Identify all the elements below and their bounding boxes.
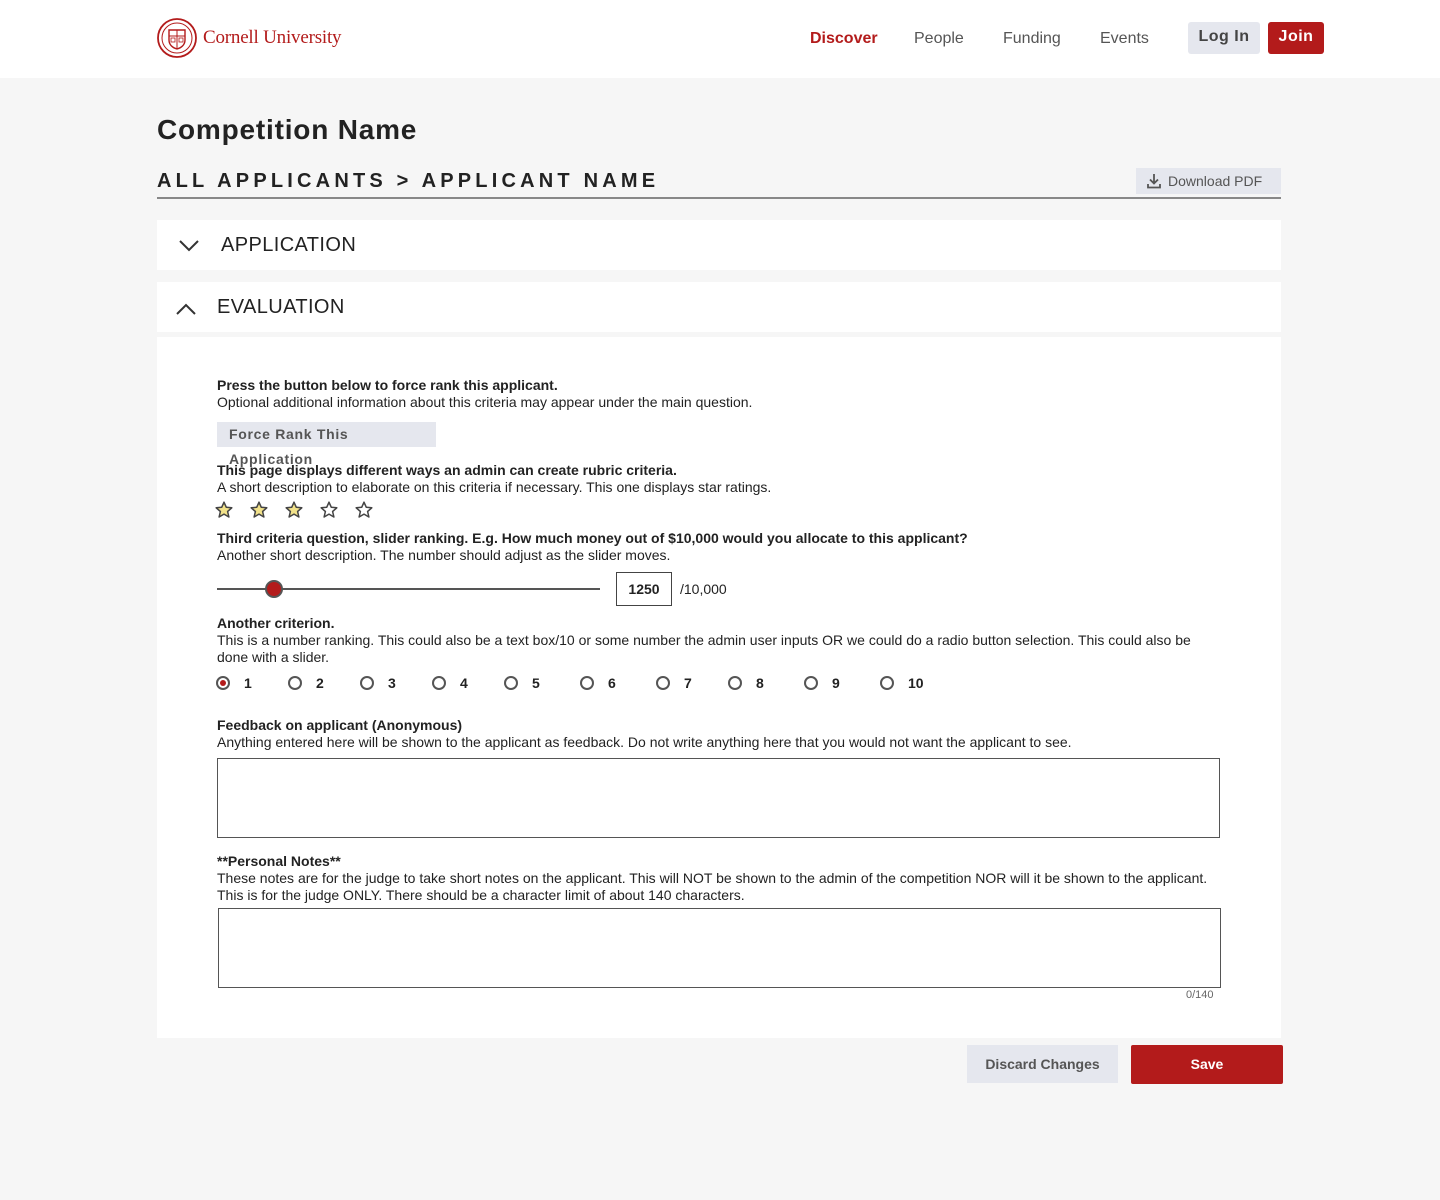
slider-handle[interactable] [265, 580, 283, 598]
radio-option-label: 3 [388, 675, 396, 691]
star-filled-icon[interactable] [250, 501, 268, 519]
radio-option-label: 7 [684, 675, 692, 691]
star-empty-icon[interactable] [320, 501, 338, 519]
nav-events[interactable]: Events [1100, 30, 1149, 48]
radio-unselected-icon[interactable] [504, 676, 518, 690]
logo-wordmark: Cornell University [203, 27, 342, 48]
radio-option-label: 10 [908, 675, 924, 691]
personal-notes-textarea[interactable] [218, 908, 1221, 988]
breadcrumb-divider [157, 197, 1281, 199]
radio-option-label: 4 [460, 675, 468, 691]
nav-discover[interactable]: Discover [810, 30, 878, 48]
radio-option-5[interactable]: 5 [504, 675, 540, 691]
force-rank-button[interactable]: Force Rank This Application [217, 422, 436, 467]
feedback-textarea[interactable] [217, 758, 1220, 838]
feedback-criterion: Feedback on applicant (Anonymous) Anythi… [217, 717, 1072, 751]
radio-option-9[interactable]: 9 [804, 675, 840, 691]
radio-option-label: 1 [244, 675, 252, 691]
radio-option-10[interactable]: 10 [880, 675, 924, 691]
star-rating-description: A short description to elaborate on this… [217, 479, 772, 495]
radio-option-4[interactable]: 4 [432, 675, 468, 691]
nav-people[interactable]: People [914, 30, 964, 48]
save-button[interactable]: Save [1131, 1045, 1283, 1084]
page-title: Competition Name [157, 114, 418, 145]
cornell-seal-icon [157, 18, 197, 58]
number-ranking-question: Another criterion. [217, 615, 335, 631]
radio-option-2[interactable]: 2 [288, 675, 324, 691]
feedback-description: Anything entered here will be shown to t… [217, 734, 1072, 750]
number-ranking-criterion: Another criterion. This is a number rank… [217, 615, 1217, 666]
radio-unselected-icon[interactable] [360, 676, 374, 690]
radio-option-label: 8 [756, 675, 764, 691]
radio-option-6[interactable]: 6 [580, 675, 616, 691]
radio-option-8[interactable]: 8 [728, 675, 764, 691]
breadcrumb[interactable]: ALL APPLICANTS > APPLICANT NAME [157, 170, 659, 193]
slider-value-input[interactable]: 1250 [616, 572, 672, 606]
radio-unselected-icon[interactable] [728, 676, 742, 690]
chevron-down-icon [179, 240, 199, 252]
personal-notes-question: **Personal Notes** [217, 853, 341, 869]
slider-max-label: /10,000 [680, 581, 727, 597]
feedback-question: Feedback on applicant (Anonymous) [217, 717, 463, 733]
radio-option-label: 2 [316, 675, 324, 691]
discard-changes-button[interactable]: Discard Changes [967, 1045, 1118, 1083]
force-rank-criterion: Press the button below to force rank thi… [217, 377, 752, 411]
force-rank-description: Optional additional information about th… [217, 394, 753, 410]
download-pdf-label: Download PDF [1168, 173, 1263, 189]
cornell-logo[interactable]: Cornell University [157, 18, 342, 58]
join-button[interactable]: Join [1268, 22, 1324, 54]
radio-option-3[interactable]: 3 [360, 675, 396, 691]
personal-notes-criterion: **Personal Notes** These notes are for t… [217, 853, 1217, 904]
radio-option-label: 9 [832, 675, 840, 691]
accordion-evaluation[interactable]: EVALUATION [157, 282, 1281, 332]
star-empty-icon[interactable] [355, 501, 373, 519]
force-rank-question: Press the button below to force rank thi… [217, 377, 558, 393]
top-navigation-bar: Cornell University Discover People Fundi… [0, 0, 1440, 78]
star-filled-icon[interactable] [285, 501, 303, 519]
slider-question: Third criteria question, slider ranking.… [217, 530, 968, 546]
chevron-up-icon [176, 303, 196, 315]
radio-option-7[interactable]: 7 [656, 675, 692, 691]
download-pdf-button[interactable]: Download PDF [1136, 168, 1281, 194]
accordion-evaluation-label: EVALUATION [217, 296, 345, 318]
radio-unselected-icon[interactable] [580, 676, 594, 690]
personal-notes-description: These notes are for the judge to take sh… [217, 870, 1208, 903]
radio-option-label: 6 [608, 675, 616, 691]
number-ranking-radio-group: 1 2 3 4 5 6 7 8 9 10 [0, 675, 1440, 695]
radio-unselected-icon[interactable] [432, 676, 446, 690]
radio-unselected-icon[interactable] [656, 676, 670, 690]
star-filled-icon[interactable] [215, 501, 233, 519]
accordion-application-label: APPLICATION [221, 234, 357, 256]
radio-unselected-icon[interactable] [804, 676, 818, 690]
radio-option-label: 5 [532, 675, 540, 691]
star-rating-criterion: This page displays different ways an adm… [217, 462, 771, 496]
radio-unselected-icon[interactable] [288, 676, 302, 690]
slider-description: Another short description. The number sh… [217, 547, 671, 563]
radio-unselected-icon[interactable] [880, 676, 894, 690]
login-button[interactable]: Log In [1188, 22, 1260, 54]
star-rating [215, 501, 390, 519]
nav-funding[interactable]: Funding [1003, 30, 1061, 48]
character-counter: 0/140 [1186, 989, 1214, 1001]
radio-selected-icon[interactable] [216, 676, 230, 690]
slider-criterion: Third criteria question, slider ranking.… [217, 530, 968, 564]
accordion-application[interactable]: APPLICATION [157, 220, 1281, 270]
number-ranking-description: This is a number ranking. This could als… [217, 632, 1191, 665]
radio-option-1[interactable]: 1 [216, 675, 252, 691]
download-icon [1147, 174, 1161, 189]
star-rating-question: This page displays different ways an adm… [217, 462, 677, 478]
